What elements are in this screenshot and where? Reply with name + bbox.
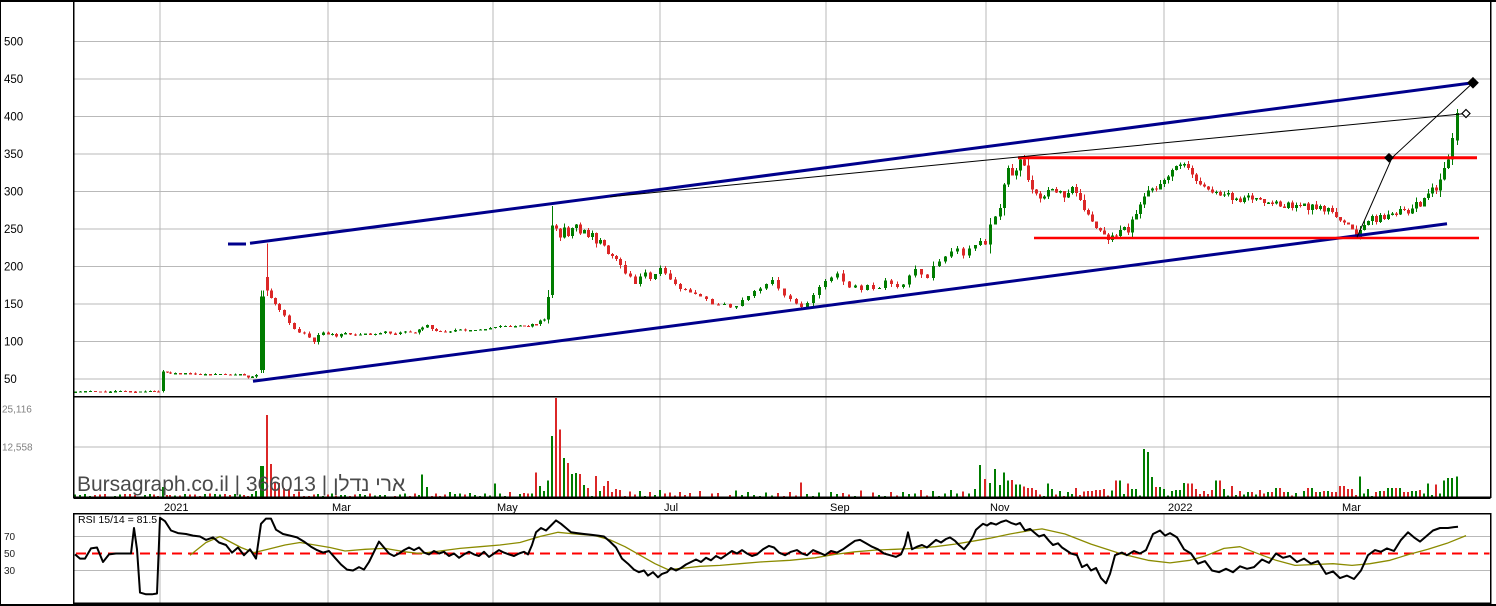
svg-text:12,558: 12,558 [2,443,33,454]
svg-text:70: 70 [4,532,16,543]
svg-text:500: 500 [4,37,23,49]
svg-text:Mar: Mar [1342,502,1361,514]
svg-text:RSI 15/14 = 81.5: RSI 15/14 = 81.5 [78,514,157,526]
svg-text:400: 400 [4,112,23,124]
chart-background [0,0,1496,606]
svg-text:2021: 2021 [164,502,188,514]
svg-text:Nov: Nov [990,502,1010,514]
svg-text:May: May [497,502,518,514]
svg-text:150: 150 [4,299,23,311]
svg-text:30: 30 [4,566,16,577]
svg-text:100: 100 [4,337,23,349]
watermark-label: Bursagraph.co.il | 366013 | ארי נדלן [77,473,405,496]
svg-text:250: 250 [4,224,23,236]
stock-chart-svg[interactable]: Bursagraph.co.il | 366013 | ארי נדלן 500 4… [0,0,1496,606]
svg-text:200: 200 [4,262,23,274]
svg-text:2022: 2022 [1168,502,1192,514]
svg-text:50: 50 [4,549,16,560]
chart-window: Bursagraph.co.il | 366013 | ארי נדלן 500 4… [0,0,1496,606]
svg-text:Bursagraph.co.il | 366013 | אר: Bursagraph.co.il | 366013 | ארי נדלן [77,473,405,496]
svg-text:450: 450 [4,74,23,86]
rsi-title-label: RSI 15/14 = 81.5 [78,514,157,526]
svg-text:350: 350 [4,149,23,161]
svg-text:Sep: Sep [830,502,850,514]
svg-text:25,116: 25,116 [2,405,32,416]
svg-text:Jul: Jul [664,502,678,514]
svg-text:Mar: Mar [332,502,351,514]
svg-text:50: 50 [4,374,17,386]
svg-text:300: 300 [4,187,23,199]
